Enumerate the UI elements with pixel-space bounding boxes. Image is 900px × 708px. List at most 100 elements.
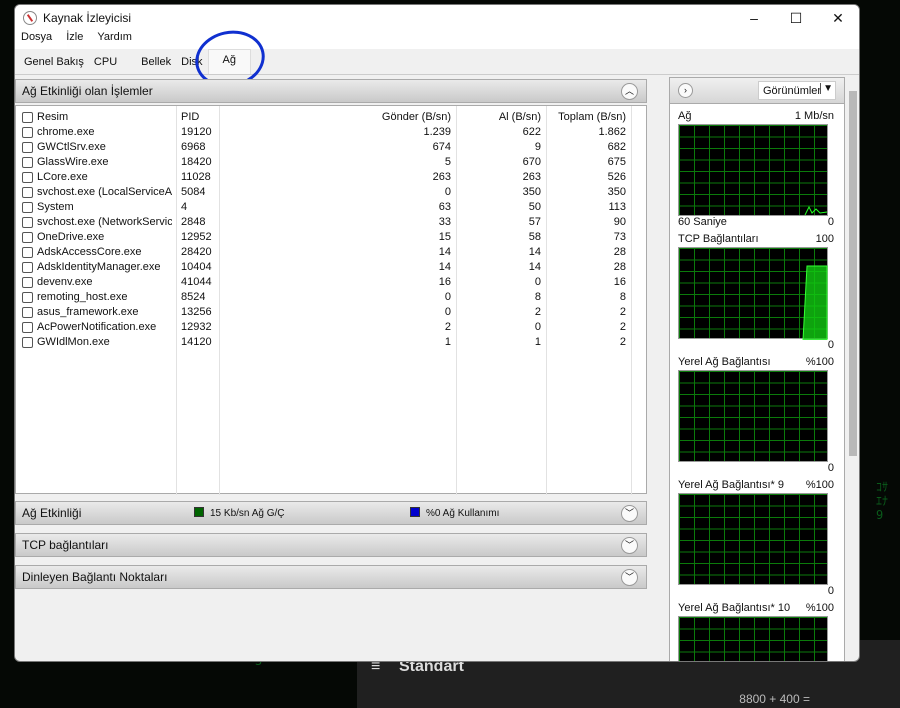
receive-rate: 8 [534,291,541,303]
close-button[interactable]: ✕ [817,10,859,27]
usage-label: %0 Ağ Kullanımı [426,508,500,519]
minimize-button[interactable]: – [733,10,775,27]
tcp-section[interactable]: TCP bağlantıları ﹀ [15,533,647,557]
table-row[interactable]: remoting_host.exe 8524 0 8 8 [16,290,646,305]
send-rate: 14 [438,246,451,258]
row-checkbox[interactable] [22,127,33,138]
row-checkbox[interactable] [22,322,33,333]
menu-file[interactable]: Dosya [21,31,52,49]
table-row[interactable]: GWCtlSrv.exe 6968 674 9 682 [16,140,646,155]
receive-rate: 14 [528,261,541,273]
graph-block: Yerel Ağ Bağlantısı* 10 %100 [678,602,838,661]
table-row[interactable]: GWIdlMon.exe 14120 1 1 2 [16,335,646,350]
row-checkbox[interactable] [22,337,33,348]
receive-rate: 263 [522,171,541,183]
graph-title: Ağ [678,110,692,122]
receive-rate: 0 [534,276,541,288]
total-rate: 113 [608,201,626,213]
graph-min: 0 [827,216,834,228]
network-graph [678,124,828,216]
graph-max: %100 [805,602,834,614]
graph-max: %100 [805,356,834,368]
menu-bar: Dosya İzle Yardım [15,31,859,49]
views-dropdown[interactable]: Görünümler ▼ [758,81,836,100]
row-checkbox[interactable] [22,187,33,198]
send-rate: 15 [438,231,451,243]
resource-monitor-window: Kaynak İzleyicisi – ☐ ✕ Dosya İzle Yardı… [14,4,860,662]
table-row[interactable]: devenv.exe 41044 16 0 16 [16,275,646,290]
table-row[interactable]: chrome.exe 19120 1.239 622 1.862 [16,125,646,140]
process-name: LCore.exe [37,171,88,183]
receive-rate: 2 [534,306,541,318]
title-bar: Kaynak İzleyicisi – ☐ ✕ [15,5,859,31]
table-row[interactable]: LCore.exe 11028 263 263 526 [16,170,646,185]
table-row[interactable]: GlassWire.exe 18420 5 670 675 [16,155,646,170]
tab-memory[interactable]: Bellek [136,52,176,74]
chevron-down-icon[interactable]: ﹀ [621,537,638,554]
select-all-checkbox[interactable] [22,112,33,123]
send-rate: 33 [438,216,451,228]
maximize-button[interactable]: ☐ [775,10,817,27]
listening-ports-section[interactable]: Dinleyen Bağlantı Noktaları ﹀ [15,565,647,589]
row-checkbox[interactable] [22,307,33,318]
table-row[interactable]: AdskIdentityManager.exe 10404 14 14 28 [16,260,646,275]
network-activity-section[interactable]: Ağ Etkinliği 15 Kb/sn Ağ G/Ç %0 Ağ Kulla… [15,501,647,525]
table-row[interactable]: System 4 63 50 113 [16,200,646,215]
io-label: 15 Kb/sn Ağ G/Ç [210,508,285,519]
table-row[interactable]: AdskAccessCore.exe 28420 14 14 28 [16,245,646,260]
process-pid: 19120 [181,126,212,138]
process-pid: 5084 [181,186,206,198]
table-row[interactable]: svchost.exe (LocalServiceAndN... 5084 0 … [16,185,646,200]
processes-section-header[interactable]: Ağ Etkinliği olan İşlemler ︿ [15,79,647,103]
receive-rate: 670 [522,156,541,168]
row-checkbox[interactable] [22,277,33,288]
tab-overview[interactable]: Genel Bakış [19,52,89,74]
row-checkbox[interactable] [22,232,33,243]
tab-cpu[interactable]: CPU [89,52,122,74]
row-checkbox[interactable] [22,202,33,213]
col-image[interactable]: Resim [37,111,68,123]
menu-monitor[interactable]: İzle [66,31,83,49]
right-scrollbar[interactable] [847,85,859,661]
total-rate: 526 [607,171,626,183]
receive-rate: 14 [528,246,541,258]
send-rate: 14 [438,261,451,273]
process-pid: 6968 [181,141,206,153]
row-checkbox[interactable] [22,292,33,303]
receive-rate: 350 [522,186,541,198]
row-checkbox[interactable] [22,262,33,273]
table-row[interactable]: AcPowerNotification.exe 12932 2 0 2 [16,320,646,335]
send-rate: 0 [444,306,451,318]
receive-rate: 1 [534,336,541,348]
row-checkbox[interactable] [22,142,33,153]
col-pid[interactable]: PID [181,111,199,123]
graph-footer: 60 Saniye [678,216,727,228]
send-rate: 1 [444,336,451,348]
col-receive[interactable]: Al (B/sn) [499,111,541,123]
row-checkbox[interactable] [22,157,33,168]
process-name: remoting_host.exe [37,291,128,303]
send-rate: 674 [432,141,451,153]
row-checkbox[interactable] [22,217,33,228]
row-checkbox[interactable] [22,172,33,183]
col-total[interactable]: Toplam (B/sn) [558,111,626,123]
chevron-down-icon[interactable]: ﹀ [621,569,638,586]
graph-block: TCP Bağlantıları 100 0 [678,233,838,353]
collapse-panel-icon[interactable]: › [678,83,693,98]
graph-block: Yerel Ağ Bağlantısı %100 0 [678,356,838,476]
graph-block: Ağ 1 Mb/sn 60 Saniye 0 [678,110,838,230]
left-scrollbar[interactable] [649,77,661,661]
process-pid: 41044 [181,276,212,288]
process-name: devenv.exe [37,276,93,288]
process-name: System [37,201,74,213]
table-row[interactable]: asus_framework.exe 13256 0 2 2 [16,305,646,320]
chevron-down-icon[interactable]: ﹀ [621,505,638,522]
row-checkbox[interactable] [22,247,33,258]
col-send[interactable]: Gönder (B/sn) [382,111,451,123]
io-swatch [194,507,204,517]
table-row[interactable]: svchost.exe (NetworkService -p) 2848 33 … [16,215,646,230]
menu-help[interactable]: Yardım [97,31,132,49]
send-rate: 0 [444,291,451,303]
chevron-up-icon[interactable]: ︿ [621,83,638,100]
table-row[interactable]: OneDrive.exe 12952 15 58 73 [16,230,646,245]
